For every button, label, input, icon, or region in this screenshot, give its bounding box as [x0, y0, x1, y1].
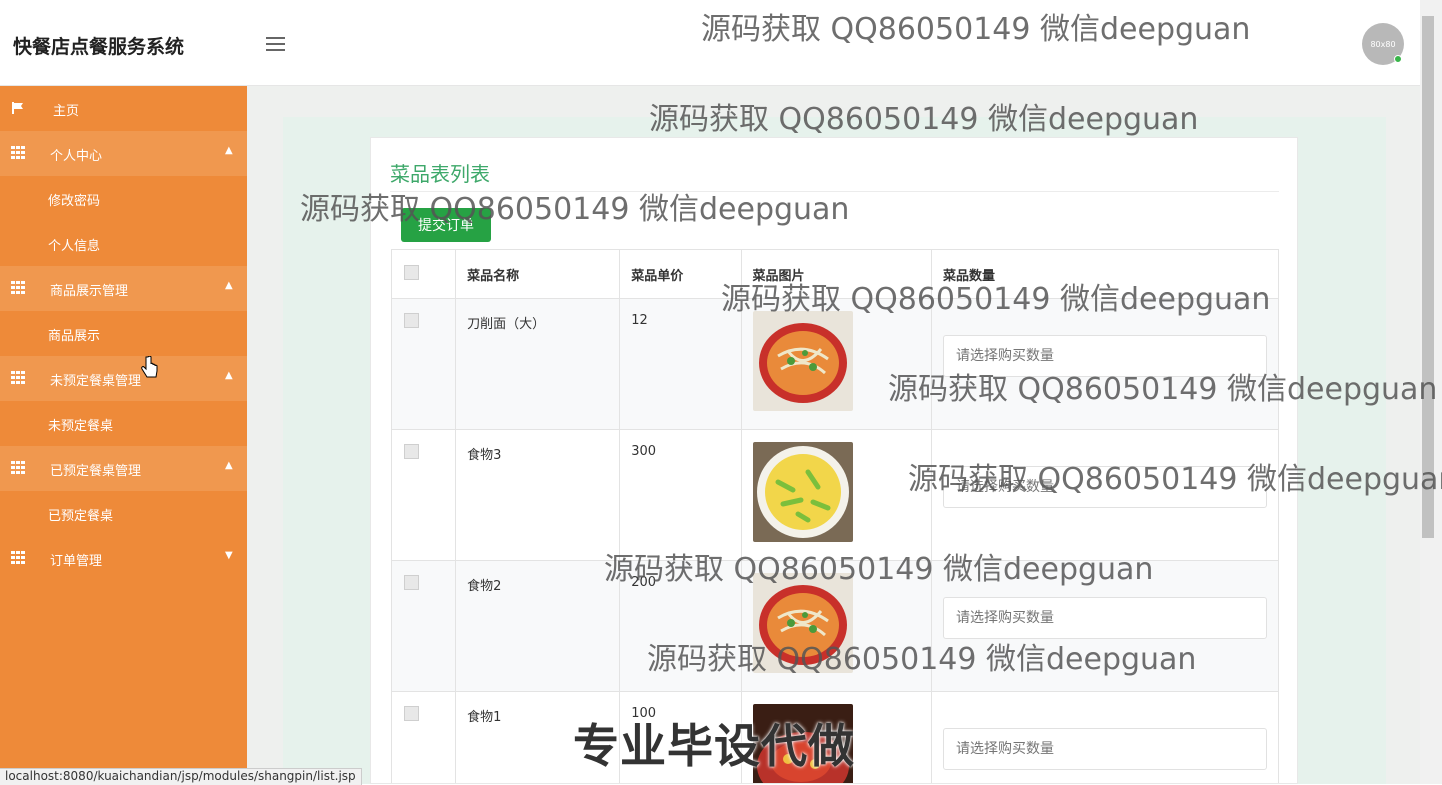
- table-row: 食物3 300: [390, 429, 1279, 561]
- dish-image-cell: [740, 429, 932, 561]
- quantity-input[interactable]: [943, 728, 1267, 770]
- sidebar-item-label: 已预定餐桌: [48, 509, 114, 524]
- avatar[interactable]: 80x80: [1362, 23, 1404, 65]
- dish-name: 食物3: [455, 429, 621, 561]
- sidebar-item-unreserved-tables[interactable]: 未预定餐桌: [0, 401, 247, 446]
- dish-price: 300: [619, 429, 742, 561]
- row-select-cell: [390, 298, 457, 430]
- hand-cursor-icon: [141, 356, 158, 378]
- row-checkbox[interactable]: [404, 706, 419, 721]
- row-checkbox[interactable]: [404, 444, 419, 459]
- avatar-placeholder-text: 80x80: [1370, 39, 1396, 49]
- sidebar-group-personal-center[interactable]: 个人中心 ▲: [0, 131, 247, 176]
- sidebar-item-change-password[interactable]: 修改密码: [0, 176, 247, 221]
- chevron-up-icon: ▲: [225, 280, 233, 291]
- dish-price: 200: [619, 560, 742, 692]
- grid-icon: [11, 371, 25, 385]
- browser-status-url: localhost:8080/kuaichandian/jsp/modules/…: [0, 768, 362, 785]
- quantity-input[interactable]: [943, 597, 1267, 639]
- table-row: 食物1 100: [390, 691, 1279, 783]
- dish-table: 菜品名称 菜品单价 菜品图片 菜品数量 刀削面（大） 12 请选择购买数量 食物…: [390, 249, 1279, 783]
- chevron-up-icon: ▲: [225, 370, 233, 381]
- sidebar-item-label: 修改密码: [48, 194, 101, 209]
- dish-name: 食物2: [455, 560, 621, 692]
- page-scrollbar[interactable]: [1420, 0, 1442, 784]
- chevron-down-icon: ▼: [225, 550, 233, 561]
- quantity-input[interactable]: [943, 335, 1267, 377]
- page-title: 菜品表列表: [390, 162, 490, 186]
- column-header-image: 菜品图片: [740, 249, 932, 299]
- dish-image: [752, 311, 853, 411]
- column-header-quantity: 菜品数量: [931, 249, 1279, 299]
- dish-image: [752, 704, 853, 783]
- dish-price: 12: [619, 298, 742, 430]
- quantity-cell: [931, 691, 1279, 783]
- row-select-cell: [390, 429, 457, 561]
- dish-name: 食物1: [455, 691, 621, 783]
- sidebar-item-label: 订单管理: [50, 554, 103, 569]
- sidebar-item-reserved-tables[interactable]: 已预定餐桌: [0, 491, 247, 536]
- grid-icon: [11, 146, 25, 160]
- quantity-cell: [931, 298, 1279, 430]
- top-header: 快餐店点餐服务系统 80x80: [0, 0, 1420, 86]
- submit-order-button[interactable]: 提交订单: [401, 208, 491, 242]
- sidebar-group-reserved-tables[interactable]: 已预定餐桌管理 ▲: [0, 446, 247, 491]
- row-checkbox[interactable]: [404, 313, 419, 328]
- sidebar-item-label: 个人中心: [50, 149, 103, 164]
- dish-name: 刀削面（大）: [455, 298, 621, 430]
- sidebar-group-product-display[interactable]: 商品展示管理 ▲: [0, 266, 247, 311]
- select-all-cell: [390, 249, 457, 299]
- sidebar-item-label: 商品展示管理: [50, 284, 129, 299]
- sidebar-item-label: 主页: [53, 104, 80, 119]
- table-header-row: 菜品名称 菜品单价 菜品图片 菜品数量: [390, 249, 1279, 299]
- chevron-up-icon: ▲: [225, 460, 233, 471]
- grid-icon: [11, 461, 25, 475]
- sidebar-item-home[interactable]: 主页: [0, 86, 247, 131]
- sidebar-group-order-management[interactable]: 订单管理 ▼: [0, 536, 247, 581]
- sidebar-item-label: 已预定餐桌管理: [50, 464, 142, 479]
- row-checkbox[interactable]: [404, 575, 419, 590]
- dish-image: [752, 573, 853, 673]
- sidebar-item-label: 商品展示: [48, 329, 101, 344]
- select-all-checkbox[interactable]: [404, 264, 419, 280]
- quantity-cell: [931, 560, 1279, 692]
- online-status-dot: [1394, 55, 1402, 63]
- grid-icon: [11, 551, 25, 565]
- sidebar-group-unreserved-tables[interactable]: 未预定餐桌管理 ▲: [0, 356, 247, 401]
- table-row: 刀削面（大） 12: [390, 298, 1279, 430]
- dish-image-cell: [740, 560, 932, 692]
- app-title: 快餐店点餐服务系统: [13, 36, 185, 58]
- scrollbar-thumb[interactable]: [1422, 16, 1434, 538]
- menu-toggle-icon[interactable]: [266, 36, 286, 52]
- sidebar-item-label: 未预定餐桌管理: [50, 374, 142, 389]
- flag-icon: [12, 102, 23, 114]
- chevron-up-icon: ▲: [225, 145, 233, 156]
- table-row: 食物2 200: [390, 560, 1279, 692]
- dish-image-cell: [740, 691, 932, 783]
- sidebar-item-personal-info[interactable]: 个人信息: [0, 221, 247, 266]
- sidebar: 主页 个人中心 ▲ 修改密码 个人信息 商品展示管理 ▲ 商品展示 未预定餐桌管…: [0, 86, 247, 784]
- column-header-name: 菜品名称: [455, 249, 621, 299]
- sidebar-item-label: 未预定餐桌: [48, 419, 114, 434]
- sidebar-item-product-display[interactable]: 商品展示: [0, 311, 247, 356]
- divider: [390, 191, 1279, 192]
- column-header-price: 菜品单价: [619, 249, 742, 299]
- quantity-input[interactable]: [943, 466, 1267, 508]
- dish-image: [752, 442, 853, 542]
- dish-image-cell: [740, 298, 932, 430]
- row-select-cell: [390, 560, 457, 692]
- sidebar-item-label: 个人信息: [48, 239, 101, 254]
- dish-price: 100: [619, 691, 742, 783]
- grid-icon: [11, 281, 25, 295]
- row-select-cell: [390, 691, 457, 783]
- dish-list-card: 菜品表列表 提交订单 菜品名称 菜品单价 菜品图片 菜品数量 刀削面（大） 12: [370, 137, 1298, 784]
- quantity-cell: [931, 429, 1279, 561]
